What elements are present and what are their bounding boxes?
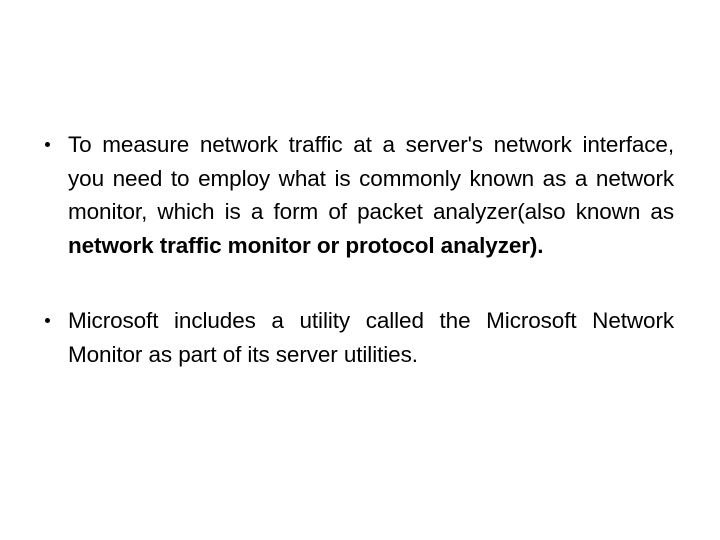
bullet-text-network-monitor: To measure network traffic at a server's… — [68, 128, 674, 262]
bullet-text-regular-run: To measure network traffic at a server's… — [68, 132, 674, 225]
list-item: Microsoft includes a utility called the … — [38, 304, 674, 405]
bullet-text-microsoft-netmon: Microsoft includes a utility called the … — [68, 304, 674, 371]
bullet-point-icon — [45, 142, 50, 147]
bullet-point-icon — [45, 317, 50, 323]
bullet-list: To measure network traffic at a server's… — [38, 128, 674, 405]
bullet-text-bold-run: network traffic monitor or protocol anal… — [68, 232, 544, 258]
bullet-text-regular-run: Microsoft includes a utility called the … — [68, 307, 674, 367]
slide-canvas: To measure network traffic at a server's… — [0, 0, 720, 540]
list-item: To measure network traffic at a server's… — [38, 128, 674, 296]
